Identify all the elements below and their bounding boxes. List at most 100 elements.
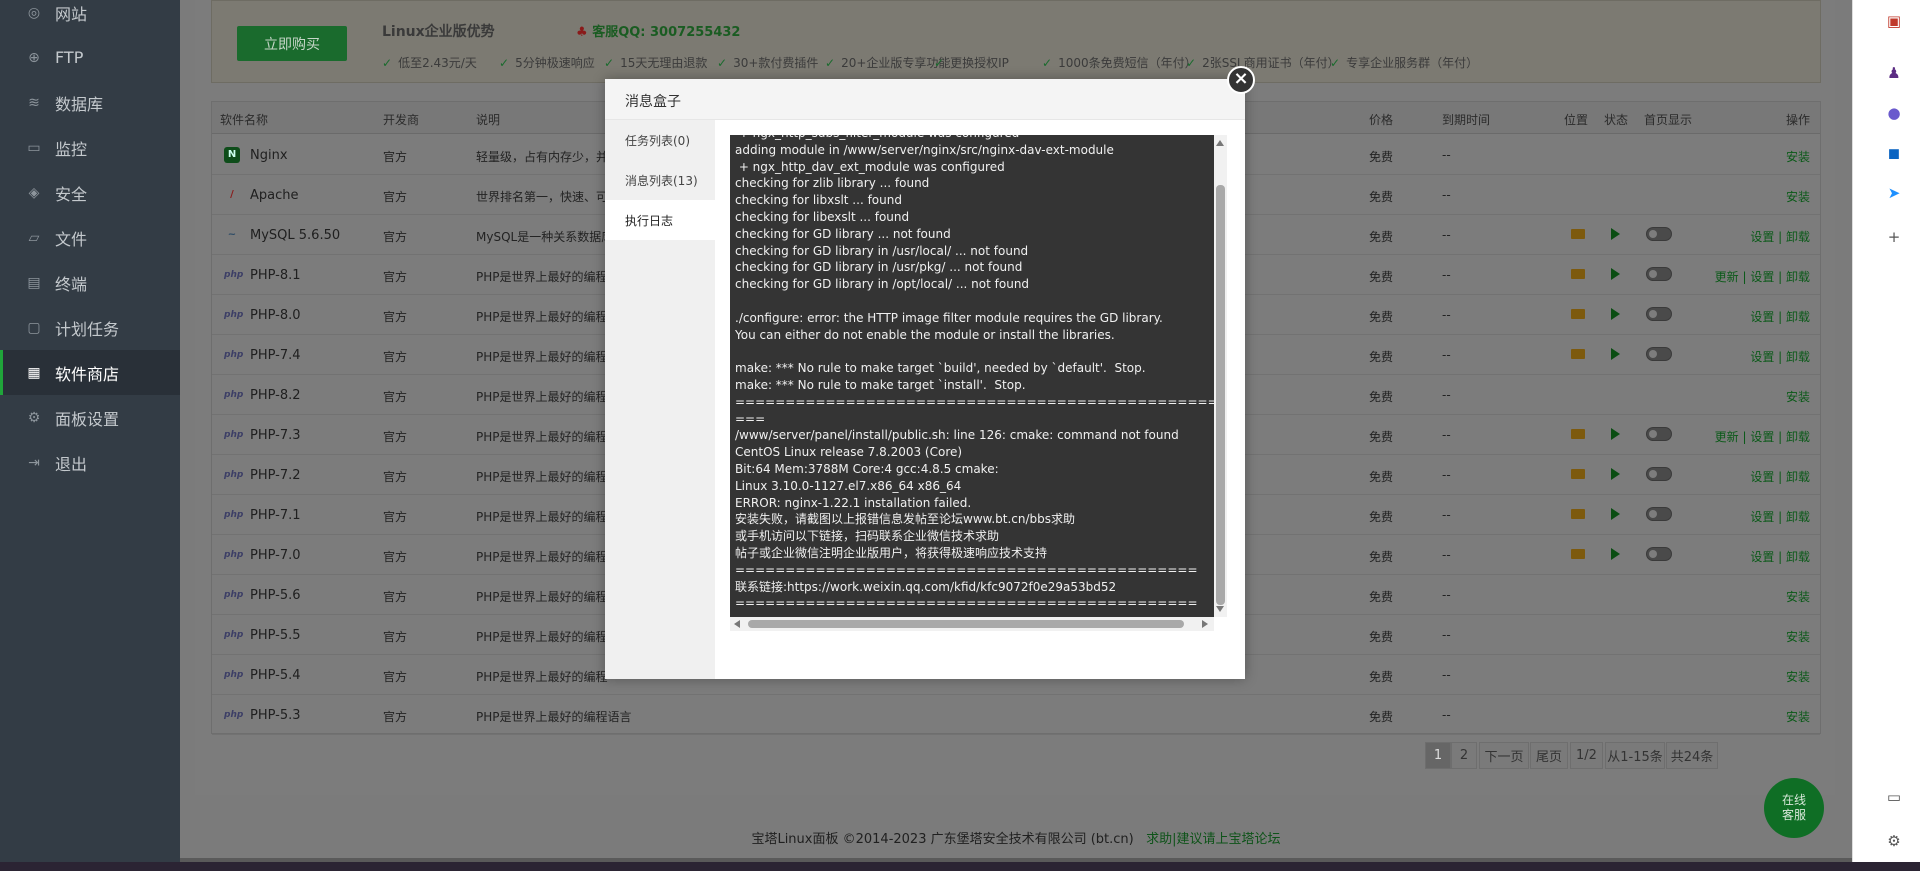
log-horizontal-thumb[interactable] — [748, 620, 1184, 628]
footer: 宝塔Linux面板 ©2014-2023 广东堡塔安全技术有限公司 (bt.cn… — [180, 828, 1852, 847]
sidebar-item-9[interactable]: ⚙ 面板设置 — [0, 395, 180, 440]
person-icon[interactable]: ♟ — [1883, 62, 1905, 84]
install-button[interactable]: 安装 — [1786, 628, 1810, 645]
folder-icon[interactable] — [1571, 309, 1585, 319]
scroll-left-arrow-icon[interactable] — [734, 620, 740, 628]
copilot-icon[interactable]: ● — [1883, 102, 1905, 124]
sidebar-item-6[interactable]: ▤ 终端 — [0, 260, 180, 305]
manage-actions[interactable]: 设置 | 卸载 — [1750, 468, 1810, 485]
start-icon[interactable] — [1611, 508, 1620, 520]
install-button[interactable]: 安装 — [1786, 588, 1810, 605]
home-display-toggle[interactable] — [1646, 267, 1672, 281]
start-icon[interactable] — [1611, 548, 1620, 560]
sidebar-item-3[interactable]: ▭ 监控 — [0, 125, 180, 170]
php-logo-icon: php — [224, 310, 244, 320]
sidebar-item-4[interactable]: ◈ 安全 — [0, 170, 180, 215]
folder-icon[interactable] — [1571, 469, 1585, 479]
message-box-modal: 消息盒子 任务列表(0)消息列表(13)执行日志 + ngx_http_subs… — [605, 79, 1245, 679]
manage-actions[interactable]: 设置 | 卸载 — [1750, 308, 1810, 325]
log-vertical-scrollbar[interactable] — [1214, 135, 1227, 617]
install-button[interactable]: 安装 — [1786, 708, 1810, 725]
folder-icon[interactable] — [1571, 269, 1585, 279]
send-icon[interactable]: ➤ — [1883, 182, 1905, 204]
folder-icon[interactable] — [1571, 509, 1585, 519]
start-icon[interactable] — [1611, 228, 1620, 240]
cell-price: 免费 — [1369, 670, 1394, 684]
manage-actions[interactable]: 更新 | 设置 | 卸载 — [1715, 268, 1810, 285]
promo-feature: 5分钟极速响应 — [499, 54, 595, 71]
manage-actions[interactable]: 设置 | 卸载 — [1750, 548, 1810, 565]
sidebar-item-0[interactable]: ◎ 网站 — [0, 0, 180, 35]
gear-icon[interactable]: ⚙ — [1883, 830, 1905, 852]
home-display-toggle[interactable] — [1646, 307, 1672, 321]
start-icon[interactable] — [1611, 348, 1620, 360]
scroll-right-arrow-icon[interactable] — [1202, 620, 1208, 628]
outlook-icon[interactable]: ◼ — [1883, 142, 1905, 164]
cell-desc: PHP是世界上最好的编程 — [476, 670, 608, 684]
cell-name: MySQL 5.6.50 — [250, 228, 341, 243]
manage-actions[interactable]: 设置 | 卸载 — [1750, 348, 1810, 365]
manage-actions[interactable]: 更新 | 设置 | 卸载 — [1715, 428, 1810, 445]
pagination-item[interactable]: 下一页 — [1479, 742, 1529, 769]
start-icon[interactable] — [1611, 268, 1620, 280]
online-service-button[interactable]: 在线 客服 — [1764, 778, 1824, 838]
cell-vendor: 官方 — [383, 470, 408, 484]
log-horizontal-scrollbar[interactable] — [730, 617, 1214, 631]
sidebar-item-10[interactable]: ⇥ 退出 — [0, 440, 180, 485]
manage-actions[interactable]: 设置 | 卸载 — [1750, 508, 1810, 525]
folder-icon[interactable] — [1571, 349, 1585, 359]
home-display-toggle[interactable] — [1646, 227, 1672, 241]
header-expire: 到期时间 — [1442, 113, 1491, 127]
ftp-icon: ⊕ — [28, 49, 40, 66]
cell-name: PHP-7.2 — [250, 468, 301, 483]
sidebar-item-label: 终端 — [55, 274, 88, 294]
sidebar-item-7[interactable]: ▢ 计划任务 — [0, 305, 180, 350]
log-vertical-thumb[interactable] — [1216, 185, 1225, 605]
promo-feature: 15天无理由退款 — [604, 54, 707, 71]
forum-link[interactable]: 求助|建议请上宝塔论坛 — [1146, 832, 1280, 847]
start-icon[interactable] — [1611, 308, 1620, 320]
manage-actions[interactable]: 设置 | 卸载 — [1750, 228, 1810, 245]
pagination-item[interactable]: 1 — [1425, 742, 1451, 769]
log-output: + ngx_http_subs_filter_module was config… — [730, 135, 1214, 617]
logout-icon: ⇥ — [28, 454, 40, 471]
modal-tab-0[interactable]: 任务列表(0) — [605, 120, 715, 160]
scroll-up-arrow-icon[interactable] — [1216, 140, 1224, 146]
folder-icon[interactable] — [1571, 429, 1585, 439]
cell-name: Apache — [250, 188, 299, 203]
home-display-toggle[interactable] — [1646, 547, 1672, 561]
cell-price: 免费 — [1369, 190, 1394, 204]
folder-icon[interactable] — [1571, 549, 1585, 559]
modal-tab-1[interactable]: 消息列表(13) — [605, 160, 715, 200]
scroll-down-arrow-icon[interactable] — [1216, 606, 1224, 612]
cell-desc: 轻量级，占有内存少，并 — [476, 150, 609, 164]
install-button[interactable]: 安装 — [1786, 148, 1810, 165]
home-display-toggle[interactable] — [1646, 467, 1672, 481]
folder-icon[interactable] — [1571, 229, 1585, 239]
pagination-item[interactable]: 尾页 — [1530, 742, 1568, 769]
sidebar-item-label: 监控 — [55, 139, 88, 159]
modal-tab-2[interactable]: 执行日志 — [605, 200, 715, 240]
cell-expire: -- — [1442, 228, 1451, 242]
pagination-item[interactable]: 2 — [1451, 742, 1477, 769]
install-button[interactable]: 安装 — [1786, 668, 1810, 685]
start-icon[interactable] — [1611, 468, 1620, 480]
start-icon[interactable] — [1611, 428, 1620, 440]
home-display-toggle[interactable] — [1646, 507, 1672, 521]
cell-price: 免费 — [1369, 590, 1394, 604]
home-display-toggle[interactable] — [1646, 347, 1672, 361]
sidebar-item-8[interactable]: ▦ 软件商店 — [0, 350, 180, 395]
add-icon[interactable]: + — [1883, 226, 1905, 248]
sidebar-item-1[interactable]: ⊕ FTP — [0, 35, 180, 80]
screen-icon[interactable]: ▭ — [1883, 786, 1905, 808]
buy-now-button[interactable]: 立即购买 — [237, 26, 347, 61]
cell-expire: -- — [1442, 628, 1451, 642]
modal-close-button[interactable]: × — [1227, 66, 1255, 94]
home-display-toggle[interactable] — [1646, 427, 1672, 441]
install-button[interactable]: 安装 — [1786, 188, 1810, 205]
toolbox-icon[interactable]: ▣ — [1883, 10, 1905, 32]
install-button[interactable]: 安装 — [1786, 388, 1810, 405]
sidebar-item-5[interactable]: ▱ 文件 — [0, 215, 180, 260]
sidebar-item-2[interactable]: ≋ 数据库 — [0, 80, 180, 125]
sidebar: ◎ 网站 ⊕ FTP ≋ 数据库 ▭ 监控 ◈ 安全 ▱ 文件 ▤ 终端 ▢ 计划任务 ▦ 软件商店 ⚙ 面板设置 ⇥ 退… — [0, 0, 180, 871]
